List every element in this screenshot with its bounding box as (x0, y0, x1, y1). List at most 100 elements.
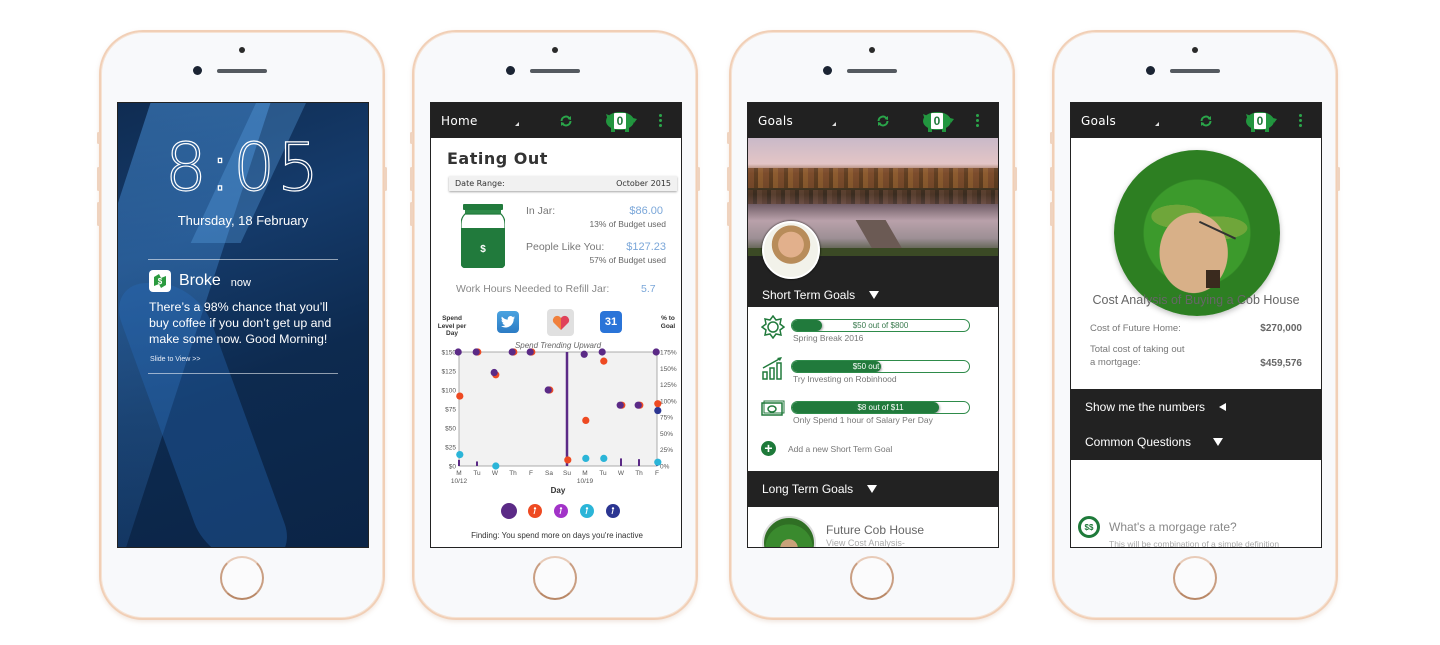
house-image-wrap (1071, 138, 1321, 318)
faq-item[interactable]: $$ What's a morgage rate? (1078, 516, 1237, 538)
slide-to-view[interactable]: Slide to View >> (150, 356, 200, 363)
x-tick: F (529, 470, 533, 477)
earpiece-speaker (217, 69, 267, 73)
dropdown-caret-icon[interactable] (1155, 121, 1159, 126)
y-tick-left: $125 (442, 369, 457, 376)
date-range-label: Date Range: (455, 179, 505, 188)
overflow-menu-icon[interactable] (976, 114, 979, 127)
goal-progress-text: $8 out of $11 (857, 403, 904, 412)
y-tick-left: $25 (445, 445, 456, 452)
long-term-goals-header[interactable]: Long Term Goals (748, 471, 998, 507)
x-tick: M (456, 470, 461, 477)
y-tick-left: $100 (442, 388, 457, 395)
user-avatar[interactable] (762, 221, 820, 279)
data-point-running (456, 451, 464, 459)
piggy-bank-counter[interactable]: 0 (920, 110, 954, 132)
home-button[interactable] (850, 556, 894, 600)
work-hours-value: 5.7 (641, 283, 656, 295)
home-button[interactable] (220, 556, 264, 600)
people-like-you-budget: 57% of Budget used (589, 255, 666, 265)
earpiece-speaker (530, 69, 580, 73)
phone-lock-screen: 8:05 Thursday, 18 February $ Broke now T… (97, 30, 387, 620)
phone-goals: Goals 0 Short Term Goals $50 out of $800 (727, 30, 1017, 620)
data-point-walking (564, 456, 572, 464)
front-camera (193, 66, 202, 75)
data-point-spend (508, 348, 516, 356)
legend-spend (501, 503, 517, 519)
phone-cost-analysis: Goals 0 Cost Analysis of Buying a Cob Ho… (1050, 30, 1340, 620)
y-tick-right: 150% (660, 366, 677, 373)
data-point-spend (634, 401, 642, 409)
date-range-selector[interactable]: Date Range: October 2015 (449, 176, 677, 191)
nav-title[interactable]: Goals (1081, 114, 1145, 128)
volume-down-button (97, 202, 100, 226)
y-tick-left: $0 (449, 464, 457, 471)
lock-date: Thursday, 18 February (177, 213, 309, 228)
proximity-sensor (552, 47, 558, 53)
short-term-goals-label: Short Term Goals (762, 287, 856, 302)
goal-progress-bar: $50 out of $100 (791, 360, 970, 373)
home-button[interactable] (533, 556, 577, 600)
goal-progress-text: $50 out of $100 (852, 362, 909, 371)
mortgage-cost-label-line1: Total cost of taking out (1090, 344, 1185, 355)
goal-progress-bar: $8 out of $11 (791, 401, 970, 414)
chart-title: Spend Trending Upward (515, 341, 602, 350)
y-tick-right: 175% (660, 350, 677, 357)
data-point-walking (456, 392, 464, 400)
common-questions-toggle[interactable]: Common Questions (1085, 435, 1224, 449)
overflow-menu-icon[interactable] (659, 114, 662, 127)
app-mockup-showcase: 8:05 Thursday, 18 February $ Broke now T… (0, 0, 1440, 645)
lock-screen: 8:05 Thursday, 18 February $ Broke now T… (117, 102, 369, 548)
long-term-goal-thumbnail[interactable] (762, 516, 816, 547)
mute-switch (97, 132, 100, 144)
x-tick: W (492, 470, 499, 477)
y-tick-right: 100% (660, 398, 677, 405)
dropdown-caret-icon[interactable] (832, 121, 836, 126)
piggy-count: 0 (1254, 112, 1266, 129)
add-short-term-goal-button[interactable]: + Add a new Short Term Goal (761, 441, 892, 456)
x-tick: W (618, 470, 625, 477)
front-camera (506, 66, 515, 75)
nav-title[interactable]: Goals (758, 114, 822, 128)
refresh-icon[interactable] (559, 114, 573, 128)
short-term-goal[interactable]: $50 out of $100 Try Investing on Robinho… (748, 356, 998, 394)
top-bar: Goals 0 (1071, 103, 1321, 138)
view-cost-analysis-link[interactable]: View Cost Analysis- (826, 538, 905, 547)
mute-switch (727, 132, 730, 144)
data-point-running (492, 462, 500, 470)
goal-name: Spring Break 2016 (793, 333, 864, 343)
volume-up-button (97, 167, 100, 191)
refresh-icon[interactable] (876, 114, 890, 128)
earpiece-speaker (847, 69, 897, 73)
growth-chart-icon (762, 357, 782, 380)
x-tick: Th (635, 470, 643, 477)
collapse-triangle-icon (1219, 402, 1227, 411)
data-point-sports (654, 406, 662, 415)
y-tick-right: 75% (660, 415, 673, 422)
walk-icon (533, 507, 537, 510)
goal-progress-bar: $50 out of $800 (791, 319, 970, 332)
y-tick-right: 25% (660, 447, 673, 454)
refresh-icon[interactable] (1199, 114, 1213, 128)
y-tick-left: $150 (442, 350, 457, 357)
piggy-bank-counter[interactable]: 0 (1243, 110, 1277, 132)
long-term-goals-label: Long Term Goals (762, 482, 854, 496)
long-term-goal-title[interactable]: Future Cob House (826, 523, 924, 537)
piggy-bank-counter[interactable]: 0 (603, 110, 637, 132)
nav-title[interactable]: Home (441, 114, 505, 128)
expand-triangle-icon (1213, 438, 1224, 447)
plus-circle-icon: + (761, 441, 776, 456)
mortgage-cost-label-line2: a mortgage: (1090, 357, 1141, 368)
divider (148, 259, 338, 260)
dropdown-caret-icon[interactable] (515, 121, 519, 126)
proximity-sensor (239, 47, 245, 53)
data-point-spend (490, 368, 498, 377)
notification-header[interactable]: $ Broke now (149, 270, 251, 292)
short-term-goal[interactable]: $8 out of $11 Only Spend 1 hour of Salar… (748, 397, 998, 435)
top-bar: Goals 0 (748, 103, 998, 138)
short-term-goal[interactable]: $50 out of $800 Spring Break 2016 (748, 315, 998, 353)
overflow-menu-icon[interactable] (1299, 114, 1302, 127)
home-button[interactable] (1173, 556, 1217, 600)
data-point-spend (652, 348, 660, 356)
show-numbers-toggle[interactable]: Show me the numbers (1085, 400, 1227, 414)
